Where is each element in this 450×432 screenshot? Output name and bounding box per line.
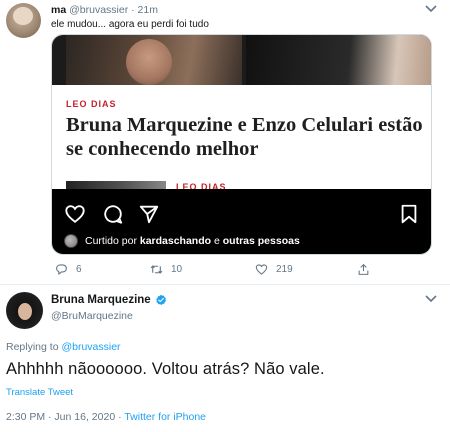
comment-icon[interactable] [102, 203, 124, 225]
liked-by-connector: e [211, 235, 223, 247]
tweet-time[interactable]: 21m [138, 4, 158, 16]
tweet-timestamp[interactable]: 2:30 PM · Jun 16, 2020 [6, 411, 115, 423]
liked-by-user[interactable]: kardaschando [140, 235, 211, 247]
retweet-button[interactable]: 10 [150, 262, 182, 276]
retweet-icon [150, 264, 163, 274]
avatar[interactable] [6, 292, 43, 329]
article-preview: LEO DIAS Bruna Marquezine e Enzo Celular… [52, 85, 431, 185]
liked-by-text: Curtido por kardaschando e outras pessoa… [85, 235, 300, 247]
like-button[interactable]: 219 [255, 262, 293, 276]
instagram-action-bar: Curtido por kardaschando e outras pessoa… [52, 189, 431, 254]
tweet-actions: 6 10 219 [55, 262, 385, 276]
bookmark-icon[interactable] [398, 203, 420, 225]
liked-by-prefix: Curtido por [85, 235, 140, 247]
liked-by-avatar [64, 234, 78, 248]
author-handle[interactable]: @BruMarquezine [51, 310, 133, 322]
replying-to-handle[interactable]: @bruvassier [61, 341, 120, 353]
share-button[interactable] [357, 262, 378, 276]
article-section-label: LEO DIAS [66, 99, 117, 109]
verified-badge-icon [155, 294, 166, 305]
embedded-instagram-card[interactable]: LEO DIAS Bruna Marquezine e Enzo Celular… [51, 34, 432, 255]
share-icon [358, 263, 369, 275]
chevron-down-icon[interactable] [424, 294, 438, 304]
tweet-text: ele mudou... agora eu perdi foi tudo [51, 19, 209, 30]
tweet-ma[interactable]: ma @bruvassier · 21m ele mudou... agora … [0, 0, 450, 284]
reply-button[interactable]: 6 [55, 262, 82, 276]
photo-left [66, 35, 242, 85]
replying-to-prefix: Replying to [6, 341, 62, 353]
replying-to: Replying to @bruvassier [6, 341, 121, 353]
article-headline: Bruna Marquezine e Enzo Celulari estão s… [66, 114, 423, 160]
tweet-divider [0, 284, 450, 285]
author-name-row: Bruna Marquezine [51, 294, 167, 306]
translate-tweet-link[interactable]: Translate Tweet [6, 387, 73, 398]
reply-icon [56, 263, 67, 275]
tweet-source-link[interactable]: Twitter for iPhone [124, 411, 206, 423]
like-count: 219 [276, 263, 293, 275]
liked-by-row[interactable]: Curtido por kardaschando e outras pessoa… [64, 233, 300, 249]
tweet-header: ma @bruvassier · 21m [51, 4, 158, 16]
heart-icon [255, 263, 268, 275]
photo-right [246, 35, 431, 85]
tweet-text: Ahhhhh nãoooooo. Voltou atrás? Não vale. [6, 360, 325, 378]
share-paper-plane-icon[interactable] [138, 203, 160, 225]
separator-dot: · [131, 4, 135, 16]
liked-by-others[interactable]: outras pessoas [223, 235, 300, 247]
author-name[interactable]: ma [51, 4, 66, 16]
author-handle[interactable]: @bruvassier [69, 4, 128, 16]
heart-icon[interactable] [64, 203, 86, 225]
chevron-down-icon[interactable] [424, 4, 438, 14]
separator-dot: · [115, 411, 125, 423]
avatar[interactable] [6, 3, 41, 38]
reply-count: 6 [76, 263, 82, 275]
card-photo [52, 35, 431, 85]
retweet-count: 10 [171, 263, 183, 275]
tweet-metadata: 2:30 PM · Jun 16, 2020 · Twitter for iPh… [6, 411, 206, 423]
author-name[interactable]: Bruna Marquezine [51, 294, 151, 306]
